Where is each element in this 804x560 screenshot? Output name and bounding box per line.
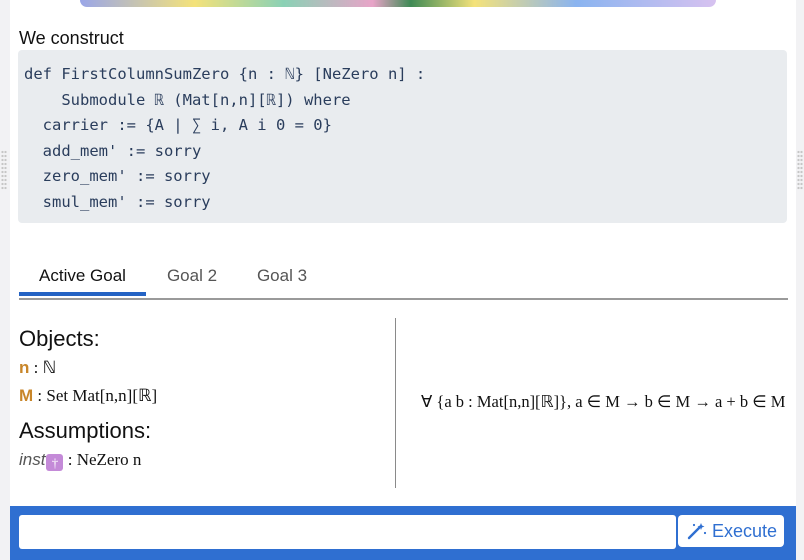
object-type: Set Mat[n,n][ℝ]: [46, 386, 158, 405]
execute-label: Execute: [712, 521, 778, 541]
object-name[interactable]: n: [19, 358, 29, 377]
tab-goal-3[interactable]: Goal 3: [244, 256, 320, 296]
command-bar: Execute: [10, 506, 796, 560]
assumption-item: inst † : NeZero n: [19, 450, 389, 472]
assumptions-heading: Assumptions:: [19, 418, 152, 443]
code-line: add_mem' := sorry: [24, 141, 202, 160]
assumption-type: NeZero n: [76, 450, 142, 469]
object-separator: :: [33, 386, 47, 405]
code-line: carrier := {A | ∑ i, A i 0 = 0}: [24, 116, 332, 134]
code-line: zero_mem' := sorry: [24, 167, 211, 185]
code-line: def FirstColumnSumZero {n : ℕ} [NeZero n…: [24, 65, 426, 83]
objects-heading: Objects:: [19, 326, 100, 351]
left-resize-handle[interactable]: [1, 150, 7, 190]
execute-button[interactable]: Execute: [678, 515, 784, 547]
tab-active-goal[interactable]: Active Goal: [19, 256, 146, 296]
object-type: ℕ: [42, 358, 57, 377]
assumption-name[interactable]: inst: [19, 450, 45, 469]
object-item: n : ℕ: [19, 358, 389, 380]
code-block: def FirstColumnSumZero {n : ℕ} [NeZero n…: [18, 50, 787, 223]
dagger-badge-icon: †: [46, 454, 64, 471]
column-divider: [395, 318, 396, 488]
tab-goal-2[interactable]: Goal 2: [154, 256, 230, 296]
assumption-separator: :: [63, 450, 77, 469]
code-line: Submodule ℝ (Mat[n,n][ℝ]) where: [24, 90, 351, 109]
intro-text: We construct: [19, 28, 124, 48]
object-separator: :: [29, 358, 43, 377]
code-line: smul_mem' := sorry: [24, 192, 211, 211]
active-tab-indicator: [19, 292, 146, 296]
goal-statement: ∀ {a b : Mat[n,n][ℝ]}, a ∈ M → b ∈ M → a…: [421, 392, 786, 411]
right-resize-handle[interactable]: [797, 150, 803, 190]
magic-wand-icon: [687, 523, 707, 540]
goal-tabs: Active Goal Goal 2 Goal 3: [19, 256, 788, 300]
context-panel: Objects: n : ℕ M : Set Mat[n,n][ℝ] Assum…: [19, 326, 389, 472]
command-input[interactable]: [19, 515, 676, 549]
header-illustration: [80, 0, 716, 7]
object-item: M : Set Mat[n,n][ℝ]: [19, 386, 389, 408]
object-name[interactable]: M: [19, 386, 33, 405]
